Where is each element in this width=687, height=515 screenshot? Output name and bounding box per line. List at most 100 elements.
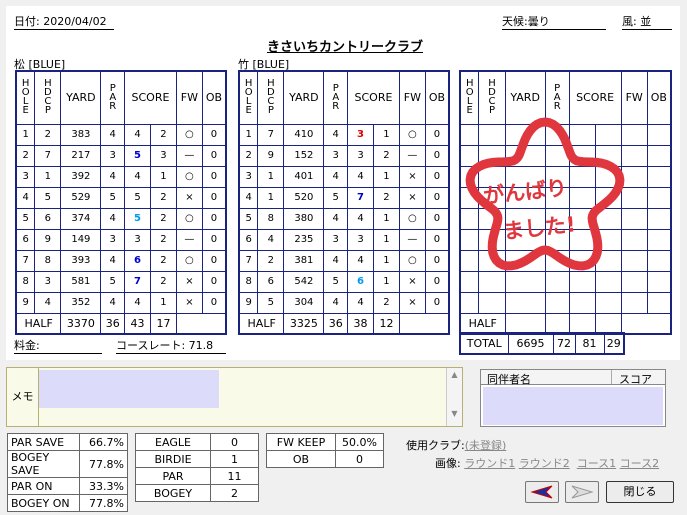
cell-fw[interactable]: ×: [398, 291, 426, 314]
cell-fw[interactable]: ×: [398, 165, 426, 188]
cell-score[interactable]: [568, 291, 596, 314]
cell-ob[interactable]: [646, 144, 672, 167]
cell-ob[interactable]: [646, 291, 672, 314]
cell-putt[interactable]: 2: [149, 249, 177, 272]
cell-putt[interactable]: 2: [149, 207, 177, 230]
cell-score[interactable]: 6: [347, 270, 374, 293]
cell-fw[interactable]: —: [175, 144, 203, 167]
memo-input[interactable]: [39, 370, 219, 408]
cell-score[interactable]: 3: [347, 123, 374, 146]
cell-ob[interactable]: [646, 228, 672, 251]
cell-putt[interactable]: [594, 291, 622, 314]
cell-fw[interactable]: ×: [398, 186, 426, 209]
cell-ob[interactable]: 0: [424, 123, 450, 146]
cell-ob[interactable]: 0: [424, 228, 450, 251]
cell-score[interactable]: 4: [124, 291, 151, 314]
cell-putt[interactable]: 2: [372, 186, 400, 209]
cell-score[interactable]: 3: [347, 228, 374, 251]
cell-fw[interactable]: ○: [398, 123, 426, 146]
cell-score[interactable]: 3: [347, 144, 374, 167]
cell-putt[interactable]: 2: [372, 291, 400, 314]
cell-ob[interactable]: [646, 249, 672, 272]
companion-name-header[interactable]: 同伴者名: [487, 371, 531, 387]
cell-fw[interactable]: ×: [175, 270, 203, 293]
cell-putt[interactable]: 2: [149, 228, 177, 251]
cell-ob[interactable]: 0: [201, 270, 227, 293]
cell-score[interactable]: 4: [347, 165, 374, 188]
cell-score[interactable]: 4: [347, 291, 374, 314]
cell-score[interactable]: 7: [124, 270, 151, 293]
cell-fw[interactable]: ×: [175, 186, 203, 209]
cell-ob[interactable]: 0: [201, 228, 227, 251]
cell-ob[interactable]: 0: [424, 270, 450, 293]
cell-ob[interactable]: [646, 165, 672, 188]
cell-ob[interactable]: 0: [424, 291, 450, 314]
cell-putt[interactable]: 1: [149, 165, 177, 188]
cell-score[interactable]: 4: [124, 165, 151, 188]
cell-fw[interactable]: ○: [175, 207, 203, 230]
cell-score[interactable]: 5: [124, 144, 151, 167]
cell-ob[interactable]: [646, 186, 672, 209]
image-link-course2[interactable]: コース2: [620, 457, 659, 470]
cell-score[interactable]: 4: [124, 123, 151, 146]
cell-fw[interactable]: ○: [175, 165, 203, 188]
cell-ob[interactable]: 0: [201, 291, 227, 314]
cell-fw[interactable]: ○: [398, 207, 426, 230]
cell-score[interactable]: 6: [124, 249, 151, 272]
next-button[interactable]: [565, 481, 599, 503]
cell-ob[interactable]: 0: [424, 249, 450, 272]
cell-ob[interactable]: [646, 270, 672, 293]
cell-score[interactable]: 3: [124, 228, 151, 251]
cell-fw[interactable]: —: [398, 228, 426, 251]
clubs-link[interactable]: (未登録): [465, 439, 507, 452]
cell-putt[interactable]: 3: [149, 144, 177, 167]
cell-ob[interactable]: 0: [424, 165, 450, 188]
cell-ob[interactable]: 0: [424, 207, 450, 230]
cell-putt[interactable]: 1: [372, 207, 400, 230]
close-button[interactable]: 閉じる: [606, 481, 674, 503]
cell-fw[interactable]: ○: [398, 249, 426, 272]
cell-ob[interactable]: 0: [424, 186, 450, 209]
prev-button[interactable]: [525, 481, 559, 503]
cell-score[interactable]: 7: [347, 186, 374, 209]
cell-putt[interactable]: 1: [372, 249, 400, 272]
cell-putt[interactable]: 2: [149, 123, 177, 146]
cell-fw[interactable]: ○: [175, 249, 203, 272]
cell-ob[interactable]: 0: [424, 144, 450, 167]
cell-score[interactable]: 4: [347, 207, 374, 230]
cell-putt[interactable]: 1: [372, 228, 400, 251]
cell-putt[interactable]: 2: [149, 186, 177, 209]
cell-ob[interactable]: 0: [201, 144, 227, 167]
cell-ob[interactable]: [646, 207, 672, 230]
companion-score-header[interactable]: スコア: [619, 371, 652, 387]
cell-fw[interactable]: ×: [175, 291, 203, 314]
cell-putt[interactable]: 1: [149, 291, 177, 314]
cell-fw[interactable]: ○: [175, 123, 203, 146]
cell-fw[interactable]: —: [398, 144, 426, 167]
cell-ob[interactable]: 0: [201, 186, 227, 209]
cell-putt[interactable]: 1: [372, 123, 400, 146]
image-link-course1[interactable]: コース1: [577, 457, 616, 470]
cell-score[interactable]: 5: [124, 207, 151, 230]
image-link-round2[interactable]: ラウンド2: [519, 457, 570, 470]
cell-hdcp: [478, 291, 506, 314]
cell-score[interactable]: 4: [347, 249, 374, 272]
cell-ob[interactable]: 0: [201, 207, 227, 230]
cell-score[interactable]: 5: [124, 186, 151, 209]
cell-putt[interactable]: 1: [372, 165, 400, 188]
cell-putt[interactable]: 2: [372, 144, 400, 167]
memo-scrollbar[interactable]: ▲ ▼: [446, 368, 462, 426]
cell-putt[interactable]: 2: [149, 270, 177, 293]
cell-fw[interactable]: [620, 291, 648, 314]
image-link-round1[interactable]: ラウンド1: [464, 457, 515, 470]
cell-ob[interactable]: 0: [201, 249, 227, 272]
cell-fw[interactable]: —: [175, 228, 203, 251]
scroll-down-icon[interactable]: ▼: [447, 409, 462, 418]
cell-putt[interactable]: 1: [372, 270, 400, 293]
cell-ob[interactable]: [646, 123, 672, 146]
cell-fw[interactable]: ×: [398, 270, 426, 293]
cell-ob[interactable]: 0: [201, 165, 227, 188]
cell-ob[interactable]: 0: [201, 123, 227, 146]
scroll-up-icon[interactable]: ▲: [447, 370, 462, 379]
companions-list[interactable]: [483, 387, 663, 425]
